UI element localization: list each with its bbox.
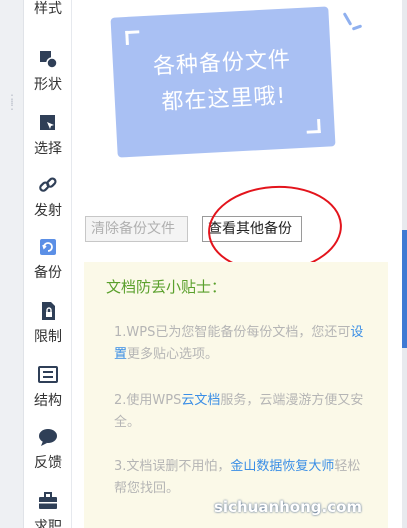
backup-panel: 各种备份文件 都在这里哦! 清除备份文件 查看其他备份 文档防丢小贴士： 1.W…	[72, 0, 402, 528]
feedback-icon	[39, 429, 57, 446]
sidebar-item-label: 限制	[34, 329, 62, 345]
right-collapse-tab[interactable]	[402, 230, 407, 348]
tip-text: 更多贴心选项。	[127, 347, 219, 362]
job-icon	[39, 492, 57, 509]
bracket-corner	[306, 118, 321, 134]
data-recovery-link[interactable]: 金山数据恢复大师	[230, 459, 334, 474]
sidebar-item-backup[interactable]: 备份	[24, 236, 72, 296]
sidebar-item-label: 反馈	[34, 455, 62, 471]
sidebar: 样式 形状 选择 发射 备份 限制 结构 反馈 求职	[24, 0, 72, 528]
structure-icon	[38, 366, 58, 383]
sidebar-item-label: 备份	[34, 265, 62, 281]
sidebar-item-label: 样式	[34, 1, 62, 17]
sidebar-item-label: 求职	[34, 519, 62, 528]
tip-item-3: 3.文档误删不用怕，金山数据恢复大师轻松帮您找回。	[114, 456, 366, 500]
sidebar-item-job[interactable]: 求职	[24, 490, 72, 528]
cloud-docs-link[interactable]: 云文档	[181, 393, 220, 408]
left-gutter: ⋮ ⋮	[0, 0, 24, 528]
sidebar-item-structure[interactable]: 结构	[24, 364, 72, 424]
link-icon	[39, 177, 57, 192]
restrict-icon	[42, 302, 55, 320]
clear-backup-button[interactable]: 清除备份文件	[85, 216, 188, 242]
backup-icon	[40, 239, 56, 255]
sidebar-item-label: 形状	[34, 77, 62, 93]
tip-text: 1.WPS已为您智能备份每份文档，您还可	[114, 325, 351, 340]
select-icon	[40, 115, 55, 130]
tips-title: 文档防丢小贴士：	[106, 278, 227, 296]
decor-dash	[351, 24, 363, 31]
sidebar-item-shape[interactable]: 形状	[24, 48, 72, 108]
sidebar-item-launch[interactable]: 发射	[24, 174, 72, 234]
watermark: sichuanhong.com	[214, 498, 363, 516]
backup-illustration-card: 各种备份文件 都在这里哦!	[110, 6, 336, 158]
shape-icon	[40, 51, 58, 69]
sidebar-item-restrict[interactable]: 限制	[24, 300, 72, 360]
tip-text: 3.文档误删不用怕，	[114, 459, 231, 474]
sidebar-item-select[interactable]: 选择	[24, 112, 72, 172]
bracket-corner	[125, 30, 140, 46]
card-text: 各种备份文件 都在这里哦!	[112, 40, 333, 123]
tip-item-1: 1.WPS已为您智能备份每份文档，您还可设置更多贴心选项。	[114, 322, 366, 366]
tip-item-2: 2.使用WPS云文档服务，云端漫游方便又安全。	[114, 390, 366, 434]
decor-dash	[342, 12, 353, 26]
tips-box: 文档防丢小贴士： 1.WPS已为您智能备份每份文档，您还可设置更多贴心选项。 2…	[84, 262, 388, 528]
sidebar-item-label: 结构	[34, 393, 62, 409]
sidebar-item-feedback[interactable]: 反馈	[24, 426, 72, 486]
sidebar-item-label: 发射	[34, 203, 62, 219]
view-other-backups-button[interactable]: 查看其他备份	[202, 216, 302, 242]
sidebar-item-style[interactable]: 样式	[24, 0, 72, 32]
sidebar-item-label: 选择	[34, 141, 62, 157]
drag-grip-icon[interactable]: ⋮ ⋮	[6, 93, 18, 114]
tip-text: 2.使用WPS	[114, 393, 182, 408]
